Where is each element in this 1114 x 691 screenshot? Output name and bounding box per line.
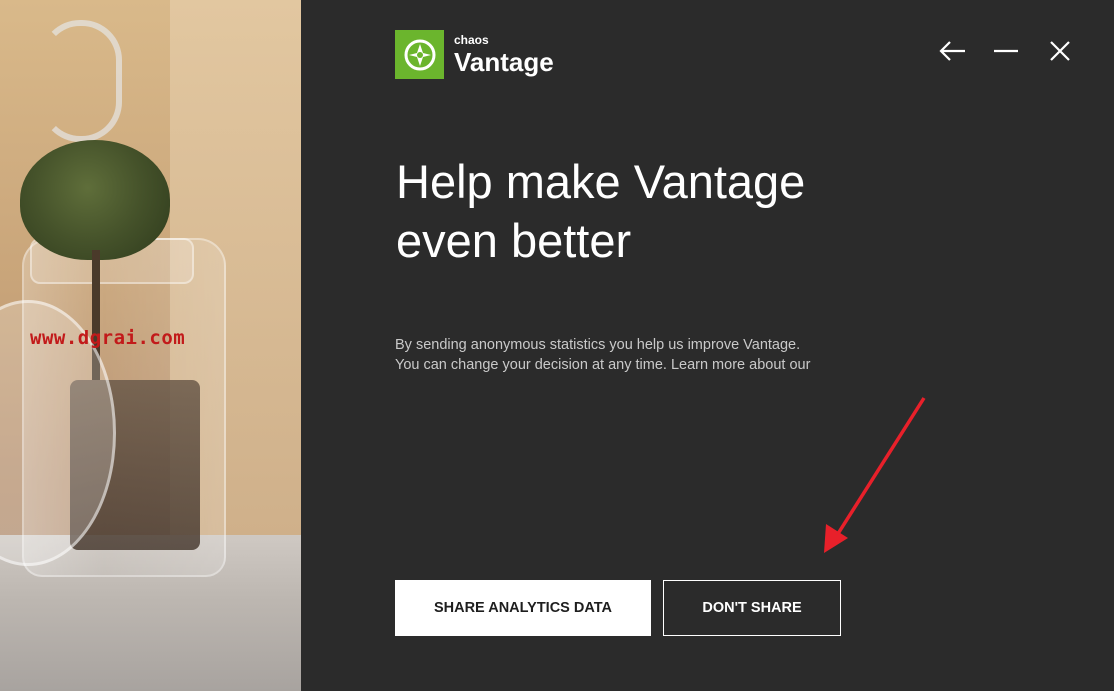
description-line-2: You can change your decision at any time…: [395, 357, 811, 373]
window-controls: [936, 35, 1076, 67]
description-line-1: By sending anonymous statistics you help…: [395, 337, 801, 353]
back-button[interactable]: [936, 35, 968, 67]
share-analytics-button[interactable]: SHARE ANALYTICS DATA: [395, 580, 651, 636]
vantage-logo-icon: [395, 30, 444, 79]
hero-illustration: www.dgrai.com: [0, 0, 301, 691]
close-icon: [1050, 41, 1070, 61]
app-logo: chaos Vantage: [395, 30, 554, 79]
logo-wordmark: chaos Vantage: [454, 34, 554, 75]
logo-brand: chaos: [454, 33, 489, 47]
hero-kettle: [40, 20, 122, 142]
minimize-button[interactable]: [990, 35, 1022, 67]
dont-share-button[interactable]: DON'T SHARE: [663, 580, 841, 636]
description-text: By sending anonymous statistics you help…: [395, 335, 855, 375]
minimize-icon: [994, 49, 1018, 53]
headline-line-1: Help make Vantage: [396, 155, 806, 208]
watermark-text: www.dgrai.com: [30, 327, 186, 349]
vantage-window: www.dgrai.com chaos Vantage Help make Va…: [0, 0, 1114, 691]
hero-tree: [20, 140, 170, 260]
close-button[interactable]: [1044, 35, 1076, 67]
arrow-left-icon: [939, 41, 965, 61]
page-title: Help make Vantage even better: [396, 152, 996, 270]
logo-product: Vantage: [454, 47, 554, 77]
headline-line-2: even better: [396, 214, 632, 267]
